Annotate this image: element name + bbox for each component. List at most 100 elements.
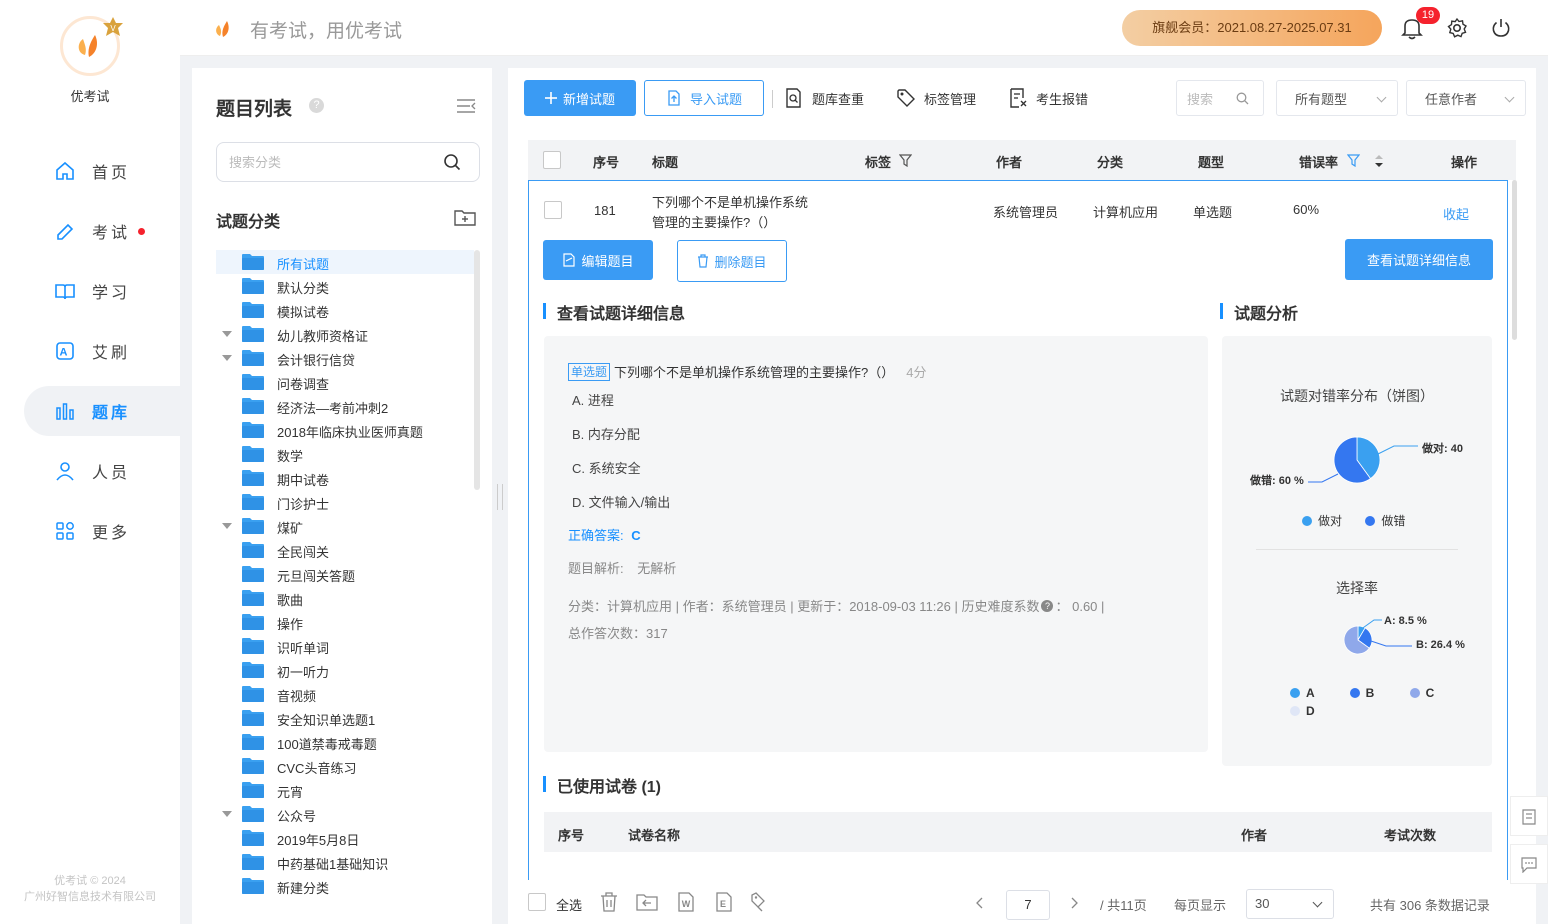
next-page-icon[interactable]	[1070, 897, 1078, 909]
header-checkbox[interactable]	[543, 151, 561, 169]
category-item[interactable]: 幼儿教师资格证	[216, 322, 474, 346]
type-filter-select[interactable]: 所有题型	[1276, 80, 1398, 116]
row-title-line1[interactable]: 下列哪个不是单机操作系统	[652, 192, 808, 211]
delete-question-label: 删除题目	[714, 254, 767, 270]
prev-page-icon[interactable]	[976, 897, 984, 909]
category-item[interactable]: 音视频	[216, 682, 474, 706]
home-icon	[56, 161, 74, 180]
category-item[interactable]: 100道禁毒戒毒题	[216, 730, 474, 754]
membership-badge[interactable]: 旗舰会员：2021.08.27-2025.07.31	[1122, 10, 1382, 46]
category-item[interactable]: 全民闯关	[216, 538, 474, 562]
search-icon[interactable]	[443, 153, 461, 171]
category-item[interactable]: 会计银行信贷	[216, 346, 474, 370]
total-pages: / 共11页	[1100, 898, 1147, 913]
folder-icon	[242, 614, 264, 630]
category-scrollbar[interactable]	[474, 250, 480, 490]
folder-icon	[242, 278, 264, 294]
category-item[interactable]: 2018年临床执业医师真题	[216, 418, 474, 442]
help-icon[interactable]: ?	[1041, 599, 1054, 612]
a-badge-icon: A	[56, 342, 74, 360]
collapse-link[interactable]: 收起	[1443, 204, 1469, 223]
collapse-menu-icon[interactable]	[456, 98, 476, 114]
side-float-notes[interactable]	[1510, 796, 1548, 836]
expand-arrow-icon[interactable]	[222, 523, 232, 529]
trash-icon[interactable]	[600, 892, 618, 912]
move-folder-icon[interactable]	[636, 893, 658, 911]
category-item[interactable]: 问卷调查	[216, 370, 474, 394]
category-item[interactable]: CVC头音练习	[216, 754, 474, 778]
nav-question-bank[interactable]: 题库	[24, 386, 180, 436]
nav-people[interactable]: 人员	[24, 446, 180, 496]
difficulty-value: ： 0.60 |	[1055, 599, 1105, 614]
folder-icon	[242, 254, 264, 270]
category-item[interactable]: 元旦闯关答题	[216, 562, 474, 586]
power-icon[interactable]	[1490, 17, 1512, 39]
author-filter-select[interactable]: 任意作者	[1406, 80, 1526, 116]
row-title-line2[interactable]: 管理的主要操作?（）	[652, 212, 776, 231]
view-detail-button[interactable]: 查看试题详细信息	[1345, 239, 1493, 280]
delete-question-button[interactable]: 删除题目	[677, 240, 787, 282]
page-number-input[interactable]: 7	[1006, 890, 1050, 920]
category-item[interactable]: 默认分类	[216, 274, 474, 298]
tag-manage-button[interactable]: 标签管理	[896, 86, 976, 110]
question-search-input[interactable]: 搜索	[1187, 89, 1213, 108]
dedupe-button[interactable]: 题库查重	[784, 86, 864, 110]
search-icon[interactable]	[1236, 92, 1249, 105]
help-icon[interactable]: ?	[309, 98, 324, 113]
export-excel-icon[interactable]: E	[714, 892, 734, 912]
category-item[interactable]: 歌曲	[216, 586, 474, 610]
category-item[interactable]: 操作	[216, 610, 474, 634]
main-scrollbar[interactable]	[1512, 180, 1517, 340]
category-item[interactable]: 所有试题	[216, 250, 474, 274]
nav-label: 题库	[92, 405, 131, 422]
category-search-input[interactable]	[217, 143, 417, 181]
row-category: 计算机应用	[1093, 205, 1159, 220]
category-item[interactable]: 门诊护士	[216, 490, 474, 514]
row-checkbox[interactable]	[544, 201, 562, 219]
select-all-label[interactable]: 全选	[556, 895, 582, 914]
category-item[interactable]: 数学	[216, 442, 474, 466]
category-item[interactable]: 中药基础1基础知识	[216, 850, 474, 874]
category-item[interactable]: 模拟试卷	[216, 298, 474, 322]
category-item[interactable]: 煤矿	[216, 514, 474, 538]
nav-home[interactable]: 首页	[24, 146, 180, 196]
category-item[interactable]: 初一听力	[216, 658, 474, 682]
category-label: 100道禁毒戒毒题	[277, 737, 377, 752]
add-question-button[interactable]: 新增试题	[524, 80, 636, 116]
category-tree: 所有试题 默认分类 模拟试卷 幼儿教师资格证 会计银行信贷 问卷调查 经济法—考前冲刺2 20…	[216, 250, 474, 898]
export-word-icon[interactable]: W	[676, 892, 696, 912]
expand-arrow-icon[interactable]	[222, 355, 232, 361]
filter-icon[interactable]	[899, 154, 912, 167]
category-item[interactable]: 元宵	[216, 778, 474, 802]
edit-question-button[interactable]: 编辑题目	[543, 240, 653, 280]
filter-icon[interactable]	[1347, 154, 1360, 167]
answer-value: C	[631, 528, 641, 543]
tag-assign-icon[interactable]	[750, 892, 768, 912]
nav-aishua[interactable]: A 艾刷	[24, 326, 180, 376]
category-item[interactable]: 新建分类	[216, 874, 474, 898]
category-item[interactable]: 期中试卷	[216, 466, 474, 490]
question-search[interactable]: 搜索	[1176, 80, 1264, 116]
add-folder-icon[interactable]	[454, 208, 476, 226]
expand-arrow-icon[interactable]	[222, 331, 232, 337]
select-all-checkbox[interactable]	[528, 893, 546, 911]
category-item[interactable]: 经济法—考前冲刺2	[216, 394, 474, 418]
report-error-button[interactable]: 考生报错	[1008, 86, 1088, 110]
category-item[interactable]: 识听单词	[216, 634, 474, 658]
side-float-chat[interactable]	[1510, 844, 1548, 884]
category-label: 识听单词	[277, 641, 330, 656]
sort-icon[interactable]	[1374, 154, 1384, 168]
category-item[interactable]: 2019年5月8日	[216, 826, 474, 850]
gear-icon[interactable]	[1446, 17, 1468, 39]
nav-learn[interactable]: 学习	[24, 266, 180, 316]
nav-exam[interactable]: 考试	[24, 206, 180, 256]
expand-arrow-icon[interactable]	[222, 811, 232, 817]
import-question-button[interactable]: 导入试题	[644, 80, 764, 116]
panel-resize-handle[interactable]	[497, 484, 503, 510]
category-item[interactable]: 安全知识单选题1	[216, 706, 474, 730]
category-item[interactable]: 公众号	[216, 802, 474, 826]
nav-more[interactable]: 更多	[24, 506, 180, 556]
nav-label: 人员	[92, 465, 131, 482]
app-name: 优考试	[70, 89, 110, 104]
per-page-select[interactable]: 30	[1246, 889, 1334, 919]
